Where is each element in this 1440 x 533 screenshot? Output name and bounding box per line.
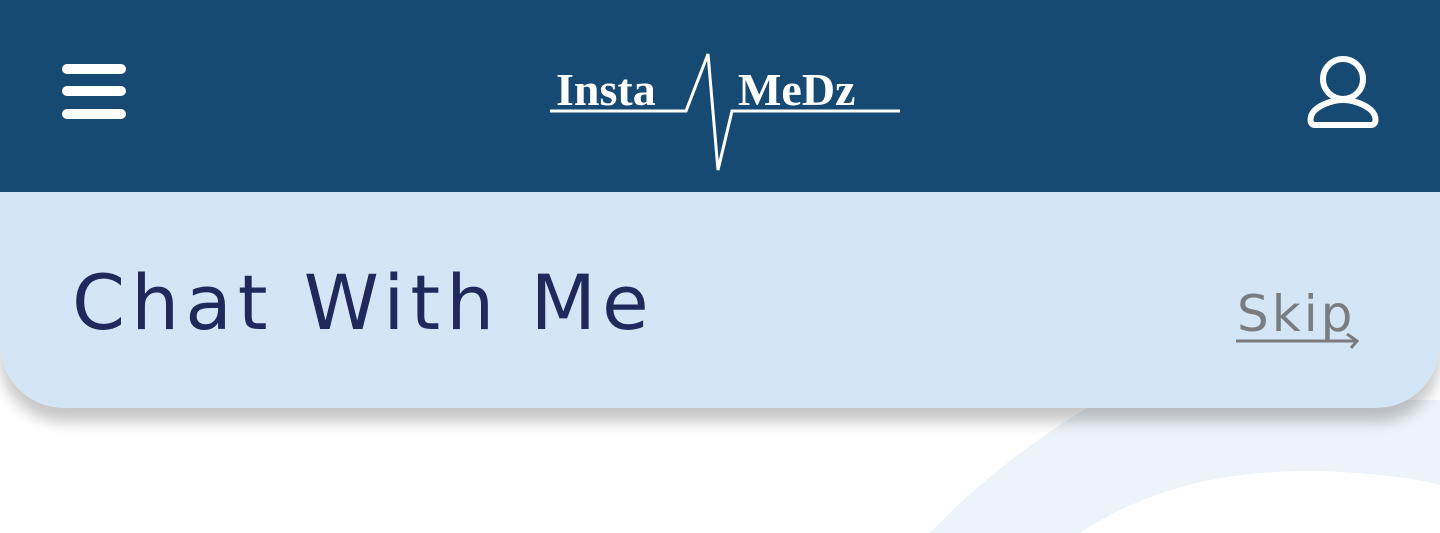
chat-banner: Chat With Me Skip bbox=[0, 192, 1440, 408]
chat-intro-screen: Insta MeDz Chat With Me Skip bbox=[0, 0, 1440, 533]
logo-text-insta: Insta bbox=[556, 64, 656, 115]
menu-button[interactable] bbox=[62, 62, 128, 122]
app-header: Insta MeDz bbox=[0, 0, 1440, 192]
chat-title: Chat With Me bbox=[72, 258, 655, 347]
arrow-right-icon bbox=[1236, 332, 1360, 349]
profile-button[interactable] bbox=[1306, 52, 1380, 134]
skip-button[interactable]: Skip bbox=[1234, 284, 1364, 360]
instamedz-logo: Insta MeDz bbox=[550, 53, 900, 171]
user-profile-icon bbox=[1307, 56, 1379, 128]
logo-text-medz: MeDz bbox=[738, 64, 855, 115]
